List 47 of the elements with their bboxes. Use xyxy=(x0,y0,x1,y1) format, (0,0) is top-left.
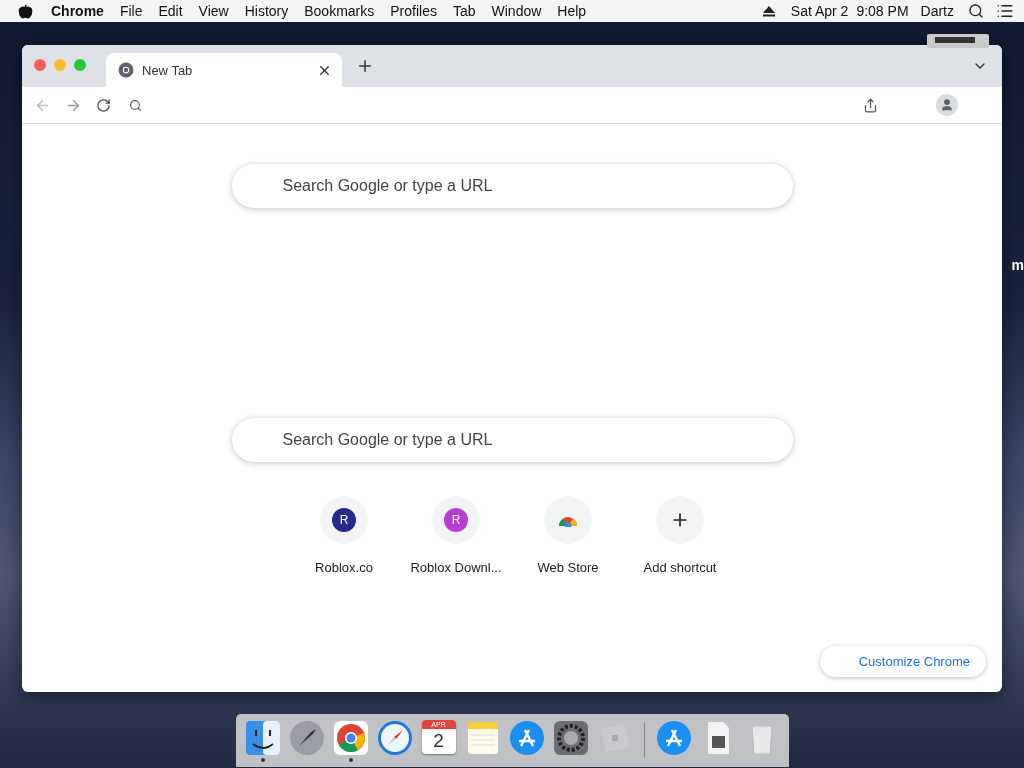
app-store-icon[interactable] xyxy=(508,720,545,756)
calendar-day: 2 xyxy=(433,729,444,753)
desktop-item-label: m xyxy=(1011,257,1024,273)
drive-icon[interactable] xyxy=(927,34,989,48)
menu-item[interactable]: Profiles xyxy=(390,3,437,19)
shortcut-tile[interactable]: R xyxy=(320,496,368,544)
search-icon[interactable] xyxy=(129,98,142,112)
menu-list-icon[interactable] xyxy=(996,2,1014,20)
menu-item[interactable]: View xyxy=(198,3,229,19)
browser-tab[interactable]: New Tab xyxy=(106,53,342,87)
app-store-icon[interactable] xyxy=(655,720,692,756)
menu-item[interactable]: History xyxy=(244,3,289,19)
chrome-icon[interactable] xyxy=(332,720,369,756)
shortcut-label[interactable]: Roblox Downl... xyxy=(410,560,502,575)
compass-icon[interactable] xyxy=(376,720,413,756)
gear-icon[interactable] xyxy=(552,720,589,756)
search-field[interactable]: Search Google or type a URL xyxy=(231,418,793,462)
menu-date[interactable]: Sat Apr 2 xyxy=(790,3,849,19)
apple-icon[interactable] xyxy=(18,3,33,19)
search-field[interactable]: Search Google or type a URL xyxy=(231,164,793,208)
menu-user[interactable]: Dartz xyxy=(920,3,954,19)
reload-icon[interactable] xyxy=(96,97,111,113)
new-tab-icon[interactable] xyxy=(356,57,374,75)
menu-item[interactable]: Bookmarks xyxy=(304,3,375,19)
menu-item[interactable]: Edit xyxy=(158,3,183,19)
menu-time[interactable]: 9:08 PM xyxy=(856,3,909,19)
shortcut-label[interactable]: Web Store xyxy=(537,560,599,575)
menu-item[interactable]: Tab xyxy=(452,3,476,19)
profile-avatar[interactable] xyxy=(936,94,958,116)
search-icon[interactable] xyxy=(968,3,984,19)
shortcut-label[interactable]: Add shortcut xyxy=(643,560,717,575)
eject-icon[interactable] xyxy=(762,5,775,17)
shortcut-tile[interactable] xyxy=(656,496,704,544)
menu-app-name[interactable]: Chrome xyxy=(51,3,104,19)
chrome-logo-icon xyxy=(118,62,134,78)
share-icon[interactable] xyxy=(863,97,878,113)
tab-title: New Tab xyxy=(142,62,194,78)
letter-badge: R xyxy=(444,508,468,532)
smiling-face-icon[interactable] xyxy=(244,720,281,756)
menu-item[interactable]: File xyxy=(119,3,143,19)
customize-button[interactable]: Customize Chrome xyxy=(819,646,986,677)
shortcut-label[interactable]: Roblox.co xyxy=(315,560,373,575)
menu-item[interactable]: Window xyxy=(491,3,542,19)
shortcut-tile[interactable]: R xyxy=(432,496,480,544)
shortcut-tile[interactable] xyxy=(544,496,592,544)
menu-item[interactable]: Help xyxy=(557,3,587,19)
letter-badge: R xyxy=(332,508,356,532)
